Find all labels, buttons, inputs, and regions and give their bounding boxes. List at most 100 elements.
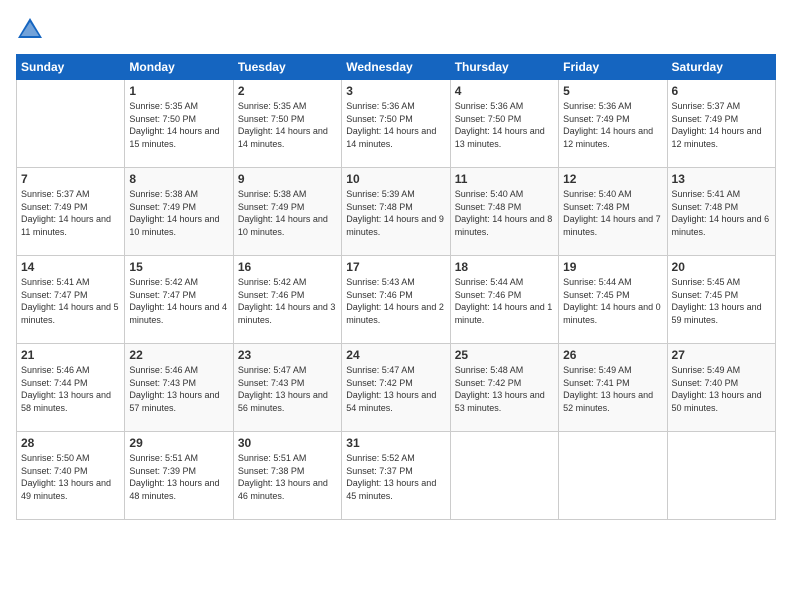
- calendar-cell: 8 Sunrise: 5:38 AMSunset: 7:49 PMDayligh…: [125, 168, 233, 256]
- day-number: 31: [346, 436, 445, 450]
- logo: [16, 16, 46, 44]
- day-number: 16: [238, 260, 337, 274]
- day-info: Sunrise: 5:41 AMSunset: 7:48 PMDaylight:…: [672, 189, 770, 237]
- calendar-header-sunday: Sunday: [17, 55, 125, 80]
- day-info: Sunrise: 5:46 AMSunset: 7:43 PMDaylight:…: [129, 365, 219, 413]
- calendar-cell: [450, 432, 558, 520]
- day-info: Sunrise: 5:35 AMSunset: 7:50 PMDaylight:…: [129, 101, 219, 149]
- day-info: Sunrise: 5:47 AMSunset: 7:43 PMDaylight:…: [238, 365, 328, 413]
- calendar-cell: 11 Sunrise: 5:40 AMSunset: 7:48 PMDaylig…: [450, 168, 558, 256]
- day-number: 25: [455, 348, 554, 362]
- day-info: Sunrise: 5:40 AMSunset: 7:48 PMDaylight:…: [563, 189, 661, 237]
- calendar-cell: 30 Sunrise: 5:51 AMSunset: 7:38 PMDaylig…: [233, 432, 341, 520]
- day-info: Sunrise: 5:41 AMSunset: 7:47 PMDaylight:…: [21, 277, 119, 325]
- calendar-cell: 2 Sunrise: 5:35 AMSunset: 7:50 PMDayligh…: [233, 80, 341, 168]
- calendar-cell: 24 Sunrise: 5:47 AMSunset: 7:42 PMDaylig…: [342, 344, 450, 432]
- day-info: Sunrise: 5:45 AMSunset: 7:45 PMDaylight:…: [672, 277, 762, 325]
- calendar-cell: 1 Sunrise: 5:35 AMSunset: 7:50 PMDayligh…: [125, 80, 233, 168]
- day-number: 19: [563, 260, 662, 274]
- calendar-cell: 12 Sunrise: 5:40 AMSunset: 7:48 PMDaylig…: [559, 168, 667, 256]
- day-number: 23: [238, 348, 337, 362]
- calendar-header-monday: Monday: [125, 55, 233, 80]
- calendar-cell: 4 Sunrise: 5:36 AMSunset: 7:50 PMDayligh…: [450, 80, 558, 168]
- calendar-cell: 6 Sunrise: 5:37 AMSunset: 7:49 PMDayligh…: [667, 80, 775, 168]
- calendar-cell: 7 Sunrise: 5:37 AMSunset: 7:49 PMDayligh…: [17, 168, 125, 256]
- calendar-header-tuesday: Tuesday: [233, 55, 341, 80]
- day-number: 13: [672, 172, 771, 186]
- calendar-cell: [559, 432, 667, 520]
- day-info: Sunrise: 5:38 AMSunset: 7:49 PMDaylight:…: [129, 189, 219, 237]
- day-number: 8: [129, 172, 228, 186]
- calendar-week-row: 21 Sunrise: 5:46 AMSunset: 7:44 PMDaylig…: [17, 344, 776, 432]
- calendar-cell: 21 Sunrise: 5:46 AMSunset: 7:44 PMDaylig…: [17, 344, 125, 432]
- calendar-cell: 10 Sunrise: 5:39 AMSunset: 7:48 PMDaylig…: [342, 168, 450, 256]
- day-number: 18: [455, 260, 554, 274]
- day-info: Sunrise: 5:35 AMSunset: 7:50 PMDaylight:…: [238, 101, 328, 149]
- page: SundayMondayTuesdayWednesdayThursdayFrid…: [0, 0, 792, 612]
- day-number: 20: [672, 260, 771, 274]
- day-number: 14: [21, 260, 120, 274]
- day-info: Sunrise: 5:44 AMSunset: 7:45 PMDaylight:…: [563, 277, 661, 325]
- day-number: 10: [346, 172, 445, 186]
- day-info: Sunrise: 5:48 AMSunset: 7:42 PMDaylight:…: [455, 365, 545, 413]
- calendar-cell: 14 Sunrise: 5:41 AMSunset: 7:47 PMDaylig…: [17, 256, 125, 344]
- calendar-cell: 26 Sunrise: 5:49 AMSunset: 7:41 PMDaylig…: [559, 344, 667, 432]
- calendar-cell: [17, 80, 125, 168]
- day-info: Sunrise: 5:42 AMSunset: 7:47 PMDaylight:…: [129, 277, 227, 325]
- day-number: 28: [21, 436, 120, 450]
- day-number: 15: [129, 260, 228, 274]
- day-info: Sunrise: 5:37 AMSunset: 7:49 PMDaylight:…: [672, 101, 762, 149]
- calendar-week-row: 14 Sunrise: 5:41 AMSunset: 7:47 PMDaylig…: [17, 256, 776, 344]
- day-info: Sunrise: 5:46 AMSunset: 7:44 PMDaylight:…: [21, 365, 111, 413]
- calendar-header-thursday: Thursday: [450, 55, 558, 80]
- day-number: 12: [563, 172, 662, 186]
- day-number: 9: [238, 172, 337, 186]
- day-number: 3: [346, 84, 445, 98]
- calendar-header-wednesday: Wednesday: [342, 55, 450, 80]
- calendar-cell: 9 Sunrise: 5:38 AMSunset: 7:49 PMDayligh…: [233, 168, 341, 256]
- day-info: Sunrise: 5:44 AMSunset: 7:46 PMDaylight:…: [455, 277, 553, 325]
- day-info: Sunrise: 5:36 AMSunset: 7:50 PMDaylight:…: [346, 101, 436, 149]
- day-info: Sunrise: 5:51 AMSunset: 7:39 PMDaylight:…: [129, 453, 219, 501]
- day-number: 11: [455, 172, 554, 186]
- day-info: Sunrise: 5:39 AMSunset: 7:48 PMDaylight:…: [346, 189, 444, 237]
- day-info: Sunrise: 5:51 AMSunset: 7:38 PMDaylight:…: [238, 453, 328, 501]
- day-number: 27: [672, 348, 771, 362]
- calendar-week-row: 28 Sunrise: 5:50 AMSunset: 7:40 PMDaylig…: [17, 432, 776, 520]
- day-info: Sunrise: 5:42 AMSunset: 7:46 PMDaylight:…: [238, 277, 336, 325]
- calendar-cell: [667, 432, 775, 520]
- day-number: 1: [129, 84, 228, 98]
- day-info: Sunrise: 5:36 AMSunset: 7:50 PMDaylight:…: [455, 101, 545, 149]
- calendar-cell: 3 Sunrise: 5:36 AMSunset: 7:50 PMDayligh…: [342, 80, 450, 168]
- day-info: Sunrise: 5:43 AMSunset: 7:46 PMDaylight:…: [346, 277, 444, 325]
- calendar-cell: 18 Sunrise: 5:44 AMSunset: 7:46 PMDaylig…: [450, 256, 558, 344]
- day-info: Sunrise: 5:37 AMSunset: 7:49 PMDaylight:…: [21, 189, 111, 237]
- calendar-cell: 19 Sunrise: 5:44 AMSunset: 7:45 PMDaylig…: [559, 256, 667, 344]
- day-number: 17: [346, 260, 445, 274]
- day-number: 24: [346, 348, 445, 362]
- calendar-header-saturday: Saturday: [667, 55, 775, 80]
- day-info: Sunrise: 5:47 AMSunset: 7:42 PMDaylight:…: [346, 365, 436, 413]
- day-info: Sunrise: 5:52 AMSunset: 7:37 PMDaylight:…: [346, 453, 436, 501]
- day-number: 22: [129, 348, 228, 362]
- calendar-cell: 15 Sunrise: 5:42 AMSunset: 7:47 PMDaylig…: [125, 256, 233, 344]
- calendar-cell: 20 Sunrise: 5:45 AMSunset: 7:45 PMDaylig…: [667, 256, 775, 344]
- calendar-cell: 31 Sunrise: 5:52 AMSunset: 7:37 PMDaylig…: [342, 432, 450, 520]
- calendar-cell: 23 Sunrise: 5:47 AMSunset: 7:43 PMDaylig…: [233, 344, 341, 432]
- day-info: Sunrise: 5:38 AMSunset: 7:49 PMDaylight:…: [238, 189, 328, 237]
- calendar-week-row: 1 Sunrise: 5:35 AMSunset: 7:50 PMDayligh…: [17, 80, 776, 168]
- calendar-cell: 16 Sunrise: 5:42 AMSunset: 7:46 PMDaylig…: [233, 256, 341, 344]
- day-number: 26: [563, 348, 662, 362]
- calendar-cell: 28 Sunrise: 5:50 AMSunset: 7:40 PMDaylig…: [17, 432, 125, 520]
- day-number: 5: [563, 84, 662, 98]
- day-number: 2: [238, 84, 337, 98]
- calendar-cell: 5 Sunrise: 5:36 AMSunset: 7:49 PMDayligh…: [559, 80, 667, 168]
- day-number: 30: [238, 436, 337, 450]
- calendar-cell: 17 Sunrise: 5:43 AMSunset: 7:46 PMDaylig…: [342, 256, 450, 344]
- header: [16, 16, 776, 44]
- day-number: 21: [21, 348, 120, 362]
- calendar-cell: 22 Sunrise: 5:46 AMSunset: 7:43 PMDaylig…: [125, 344, 233, 432]
- calendar-cell: 25 Sunrise: 5:48 AMSunset: 7:42 PMDaylig…: [450, 344, 558, 432]
- day-info: Sunrise: 5:50 AMSunset: 7:40 PMDaylight:…: [21, 453, 111, 501]
- day-info: Sunrise: 5:49 AMSunset: 7:41 PMDaylight:…: [563, 365, 653, 413]
